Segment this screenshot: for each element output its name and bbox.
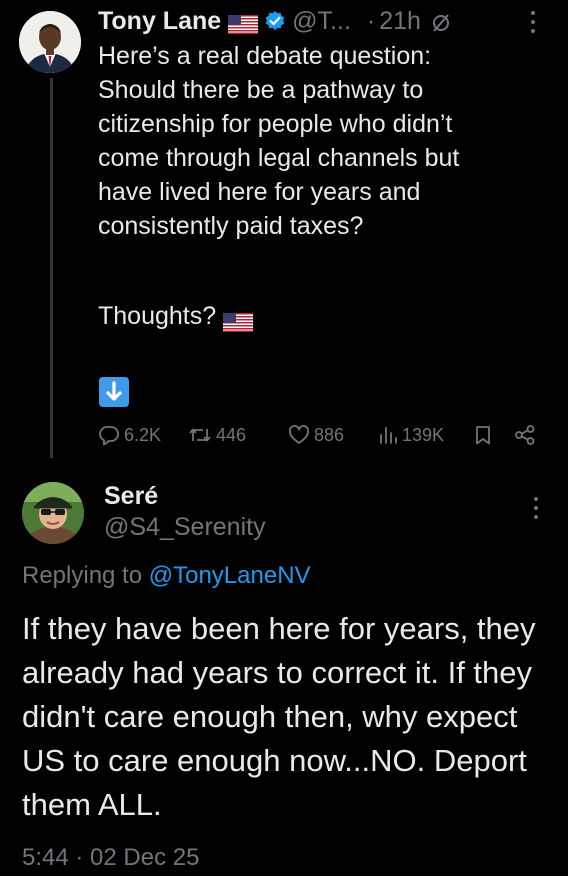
reply-timestamp[interactable]: 5:44 · 02 Dec 25 [22,844,199,872]
thoughts-text: Thoughts? [98,302,217,330]
share-button[interactable] [513,420,537,450]
reply-author-handle[interactable]: @S4_Serenity [104,513,266,542]
repost-icon [189,428,211,442]
repost-count: 446 [216,424,247,445]
us-flag-icon [223,307,254,332]
separator-dot: · [366,6,376,35]
reply-count: 6.2K [124,424,162,445]
tweet-action-bar: 6.2K 446 886 139K [98,420,548,450]
author-name[interactable]: Tony Lane [98,7,221,36]
tweet-text-line: have lived here for years and [98,178,421,206]
tweet-text-line: Should there be a pathway to [98,76,424,104]
reply-icon [99,426,119,446]
view-count: 139K [402,424,445,445]
views-chart-icon [380,427,397,444]
thread-connector-line [50,78,53,458]
author-handle[interactable]: @T... [292,7,351,36]
reply-author-name[interactable]: Seré [104,482,158,511]
bookmark-button[interactable] [473,420,493,450]
more-options-icon[interactable] [533,496,539,520]
replying-to-link[interactable]: @TonyLaneNV [149,562,311,589]
like-button[interactable]: 886 [288,420,344,450]
tweet-text-line: come through legal channels but [98,144,460,172]
post-time[interactable]: 21h [379,7,421,36]
like-count: 886 [314,424,345,445]
heart-icon [289,425,309,444]
tweet-thoughts-line: Thoughts? [98,299,254,333]
reply-text: If they have been here for years, they a… [22,611,536,822]
avatar-tony-lane[interactable] [19,11,81,73]
share-icon [515,425,535,445]
tweet-text-line: citizenship for people who didn’t [98,110,453,138]
tweet-header: Tony Lane @T... · 21h [98,6,451,36]
repost-button[interactable]: 446 [188,420,246,450]
replying-to-label: Replying to [22,562,143,589]
down-arrow-emoji-icon [99,377,129,407]
views-button[interactable]: 139K [378,420,444,450]
tweet-text-line: Here’s a real debate question: [98,42,432,70]
avatar-image [19,11,81,73]
avatar-sere[interactable] [22,482,84,544]
tweet-text-line: consistently paid taxes? [98,212,364,240]
us-flag-icon [228,12,259,34]
tweet-text: Here’s a real debate question: Should th… [98,39,553,243]
more-options-icon[interactable] [530,10,536,34]
bookmark-icon [476,426,490,445]
avatar-image [22,482,84,544]
reply-button[interactable]: 6.2K [98,420,161,450]
verified-badge-icon[interactable] [264,10,286,32]
grok-icon[interactable] [431,11,451,32]
replying-to-line: Replying to @TonyLaneNV [22,562,311,590]
